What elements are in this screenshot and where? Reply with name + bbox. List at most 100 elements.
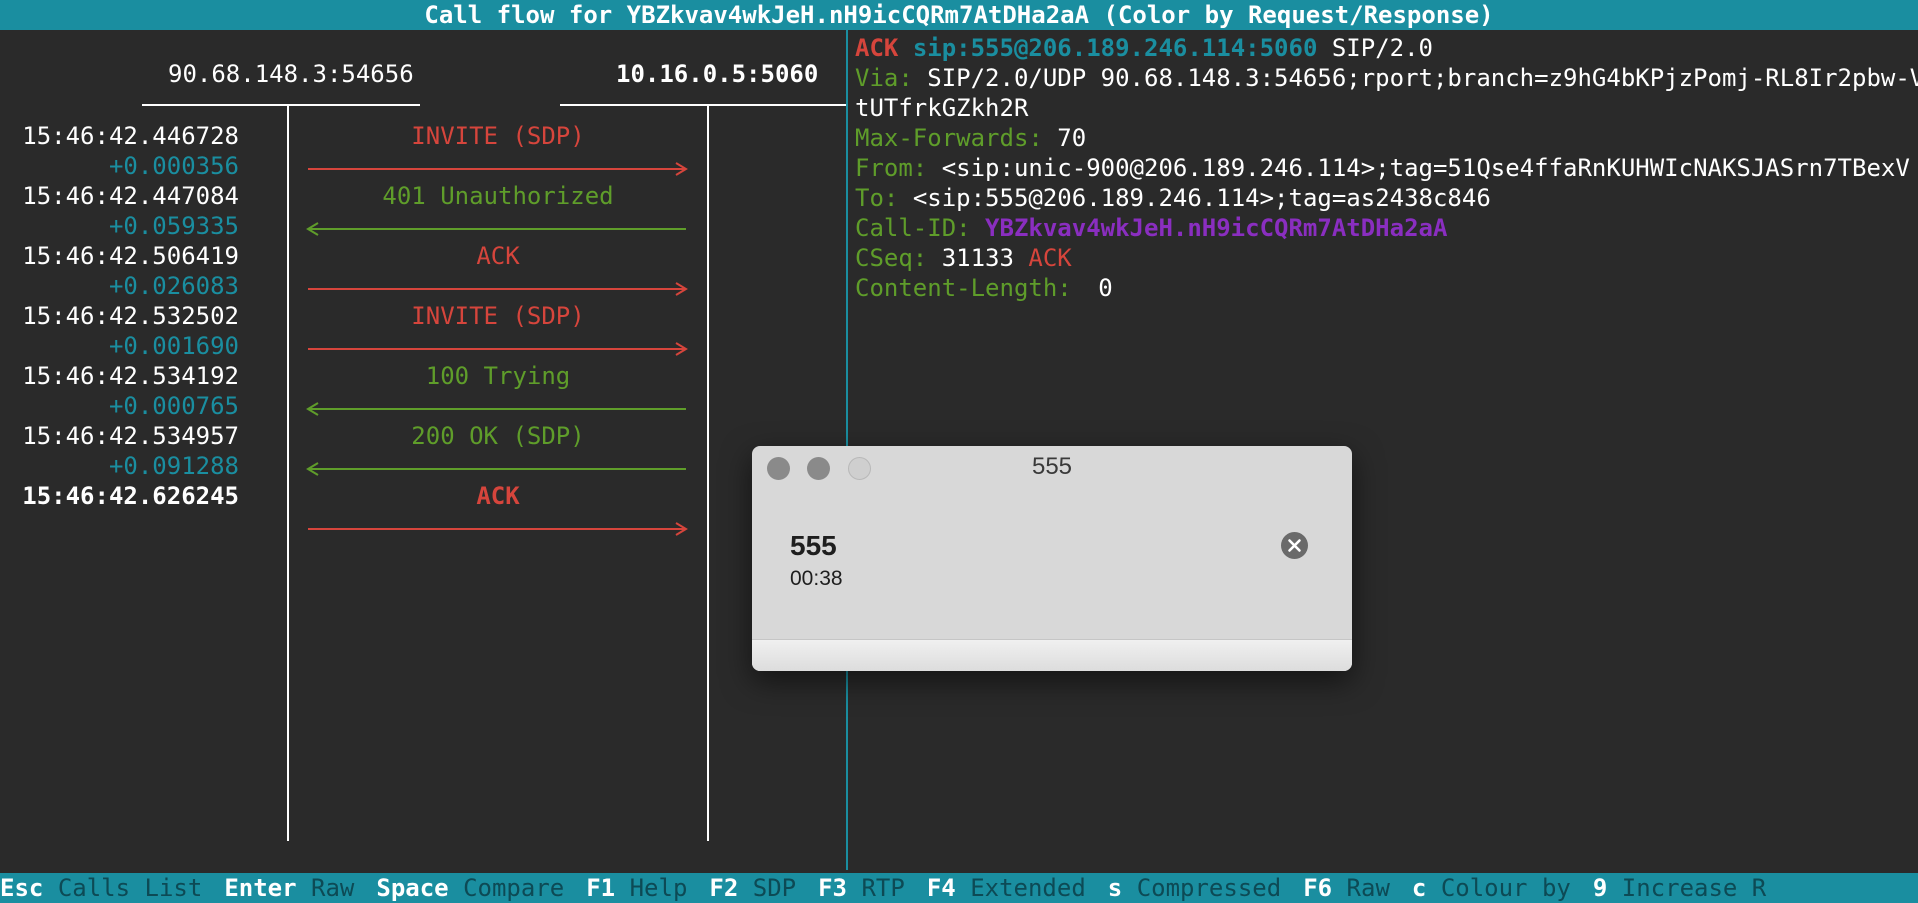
- keybinding-description: Colour by: [1440, 874, 1571, 902]
- keybinding-key: F1: [586, 874, 616, 902]
- request-method: ACK: [855, 34, 899, 62]
- content-length-value: 0: [1098, 274, 1113, 302]
- keybinding-description: Increase R: [1621, 874, 1767, 902]
- keybinding-key: Esc: [0, 874, 44, 902]
- message-timestamp[interactable]: 15:46:42.532502: [0, 302, 239, 330]
- keybinding-description: Raw: [311, 874, 355, 902]
- message-label[interactable]: ACK: [308, 482, 688, 510]
- max-forwards-value: 70: [1057, 124, 1087, 152]
- to-header: To: <sip:555@206.189.246.114>;tag=as2438…: [855, 184, 1491, 212]
- from-header: From: <sip:unic-900@206.189.246.114>;tag…: [855, 154, 1910, 182]
- keybinding-description: SDP: [752, 874, 797, 902]
- message-label[interactable]: 200 OK (SDP): [308, 422, 688, 450]
- message-label[interactable]: INVITE (SDP): [308, 122, 688, 150]
- host-right-label: 10.16.0.5:5060: [616, 60, 819, 88]
- keybinding-item[interactable]: F2 SDP: [709, 874, 796, 902]
- call-flow-title: Call flow for YBZkvav4wkJeH.nH9icCQRm7At…: [424, 1, 1494, 29]
- request-version: SIP/2.0: [1331, 34, 1433, 62]
- keybinding-key: s: [1107, 874, 1123, 902]
- from-key: From:: [855, 154, 928, 182]
- keybinding-item[interactable]: F6 Raw: [1303, 874, 1390, 902]
- arrow-left-icon[interactable]: [306, 402, 686, 416]
- cseq-number: 31133: [941, 244, 1014, 272]
- via-header-continued: tUTfrkGZkh2R: [855, 94, 1028, 122]
- message-delta: +0.001690: [108, 332, 239, 360]
- arrow-right-icon[interactable]: [308, 522, 688, 536]
- arrow-right-icon[interactable]: [308, 282, 688, 296]
- message-label[interactable]: ACK: [308, 242, 688, 270]
- keybinding-key: F2: [709, 874, 739, 902]
- message-timestamp[interactable]: 15:46:42.534957: [0, 422, 239, 450]
- message-label[interactable]: 100 Trying: [308, 362, 688, 390]
- message-delta: +0.059335: [108, 212, 239, 240]
- keybinding-item[interactable]: F3 RTP: [818, 874, 905, 902]
- keybinding-status-bar: Esc Calls List Enter Raw Space Compare F1 H…: [0, 873, 1918, 903]
- message-timestamp[interactable]: 15:46:42.506419: [0, 242, 239, 270]
- cseq-key: CSeq:: [855, 244, 928, 272]
- message-delta: +0.026083: [108, 272, 239, 300]
- message-delta: +0.000765: [108, 392, 239, 420]
- keybinding-description: Help: [629, 874, 688, 902]
- message-timestamp[interactable]: 15:46:42.446728: [0, 122, 239, 150]
- request-line: ACK sip:555@206.189.246.114:5060 SIP/2.0: [855, 34, 1433, 62]
- keybinding-description: Calls List: [57, 874, 203, 902]
- keybinding-key: Enter: [224, 874, 297, 902]
- popup-footer: [752, 639, 1352, 671]
- host-left-label: 90.68.148.3:54656: [168, 60, 414, 88]
- keybinding-description: Raw: [1346, 874, 1390, 902]
- keybinding-description: Extended: [970, 874, 1086, 902]
- keybinding-key: F6: [1303, 874, 1333, 902]
- host-right-underline: [560, 104, 846, 106]
- max-forwards-key: Max-Forwards:: [855, 124, 1043, 152]
- popup-window-title: 555: [1031, 453, 1073, 480]
- keybinding-item[interactable]: Space Compare: [376, 874, 564, 902]
- keybinding-item[interactable]: s Compressed: [1108, 874, 1281, 902]
- arrow-left-icon[interactable]: [306, 462, 686, 476]
- cseq-method: ACK: [1028, 244, 1072, 272]
- keybinding-item[interactable]: c Colour by: [1412, 874, 1571, 902]
- message-timestamp[interactable]: 15:46:42.626245: [0, 482, 239, 510]
- to-key: To:: [855, 184, 899, 212]
- keybinding-description: RTP: [861, 874, 905, 902]
- call-duration: 00:38: [790, 567, 843, 590]
- arrow-right-icon[interactable]: [308, 342, 688, 356]
- keybinding-item[interactable]: Enter Raw: [224, 874, 354, 902]
- lifeline-right: [707, 106, 709, 841]
- keybinding-key: c: [1411, 874, 1427, 902]
- keybinding-item[interactable]: 9 Increase R: [1593, 874, 1766, 902]
- content-length-header: Content-Length: 0: [855, 274, 1113, 302]
- call-id-header: Call-ID: YBZkvav4wkJeH.nH9icCQRm7AtDHa2a…: [855, 214, 1447, 242]
- keybinding-description: Compare: [463, 874, 565, 902]
- max-forwards-header: Max-Forwards: 70: [855, 124, 1086, 152]
- keybinding-key: 9: [1592, 874, 1608, 902]
- keybinding-key: F3: [818, 874, 848, 902]
- arrow-left-icon[interactable]: [306, 222, 686, 236]
- cseq-header: CSeq: 31133 ACK: [855, 244, 1072, 272]
- call-id-key: Call-ID:: [855, 214, 971, 242]
- keybinding-key: F4: [926, 874, 956, 902]
- arrow-right-icon[interactable]: [308, 162, 688, 176]
- window-title-bar: Call flow for YBZkvav4wkJeH.nH9icCQRm7At…: [0, 0, 1918, 30]
- message-timestamp[interactable]: 15:46:42.534192: [0, 362, 239, 390]
- request-uri: sip:555@206.189.246.114:5060: [912, 34, 1318, 62]
- message-timestamp[interactable]: 15:46:42.447084: [0, 182, 239, 210]
- from-value: <sip:unic-900@206.189.246.114>;tag=51Qse…: [941, 154, 1910, 182]
- keybinding-item[interactable]: Esc Calls List: [0, 874, 202, 902]
- message-delta: +0.000356: [108, 152, 239, 180]
- message-delta: +0.091288: [108, 452, 239, 480]
- caller-name: 555: [790, 530, 837, 561]
- call-id-value: YBZkvav4wkJeH.nH9icCQRm7AtDHa2aA: [985, 214, 1448, 242]
- message-label[interactable]: INVITE (SDP): [308, 302, 688, 330]
- call-notification-window[interactable]: 555 555 00:38: [752, 446, 1352, 671]
- via-value-cont: tUTfrkGZkh2R: [855, 94, 1029, 122]
- via-key: Via:: [855, 64, 913, 92]
- content-length-key: Content-Length:: [855, 274, 1072, 302]
- lifeline-left: [287, 106, 289, 841]
- to-value: <sip:555@206.189.246.114>;tag=as2438c846: [912, 184, 1491, 212]
- via-header: Via: SIP/2.0/UDP 90.68.148.3:54656;rport…: [855, 64, 1918, 92]
- message-label[interactable]: 401 Unauthorized: [308, 182, 688, 210]
- keybinding-item[interactable]: F4 Extended: [927, 874, 1086, 902]
- keybinding-description: Compressed: [1136, 874, 1282, 902]
- hangup-close-icon[interactable]: [1281, 532, 1308, 559]
- keybinding-item[interactable]: F1 Help: [586, 874, 687, 902]
